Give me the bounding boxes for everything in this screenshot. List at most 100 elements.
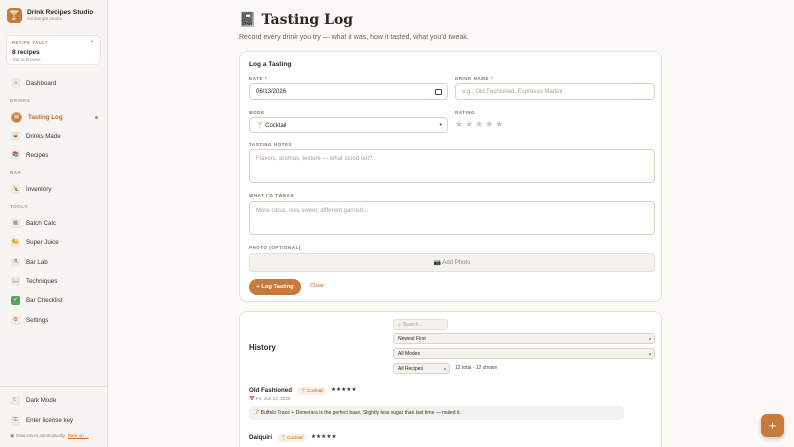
recipe-filter-value: All Recipes xyxy=(398,365,424,372)
notebook-icon: 📓 xyxy=(239,12,257,28)
sidebar-item-label: Batch Calc xyxy=(26,219,56,227)
drink-name-label: DRINK NAME * xyxy=(455,76,494,81)
photo-label: PHOTO (OPTIONAL) xyxy=(249,245,301,250)
key-icon: ⚿ xyxy=(11,415,20,425)
section-bar: BAR xyxy=(10,170,22,175)
mode-chip: 🍸 Cocktail xyxy=(277,434,307,442)
vault-label: RECIPE VAULT xyxy=(12,40,49,45)
dark-mode-toggle[interactable]: ☾ Dark Mode xyxy=(0,392,108,408)
sparkle-icon: ✦ xyxy=(89,39,94,45)
brand-email: contamp8.studio xyxy=(27,17,63,22)
rating-label: RATING xyxy=(455,110,476,115)
sidebar-item-label: Dashboard xyxy=(26,79,57,87)
sidebar-item-inventory[interactable]: 🍾 Inventory xyxy=(0,181,108,197)
add-fab-button[interactable]: + xyxy=(761,414,784,437)
chevron-down-icon: ▾ xyxy=(443,366,446,371)
card-title: Log a Tasting xyxy=(249,61,292,68)
open-book-icon: 📖 xyxy=(11,276,20,286)
sidebar-divider xyxy=(0,386,108,387)
brand-name: Drink Recipes Studio xyxy=(27,9,94,16)
sidebar-item-label: Settings xyxy=(26,316,49,324)
entry-name[interactable]: Daiquiri xyxy=(249,434,272,441)
sidebar-item-drinks-made[interactable]: 🥃 Drinks Made xyxy=(0,128,108,144)
date-label: DATE * xyxy=(249,76,268,81)
sidebar-item-super-juice[interactable]: 🍋 Super Juice xyxy=(0,234,108,250)
tweak-textarea[interactable]: More citrus, less sweet, different garni… xyxy=(249,201,655,235)
entry-rating: ★★★★★ xyxy=(331,387,357,393)
entry-name[interactable]: Old Fashioned xyxy=(249,387,292,394)
sidebar-item-label: Recipes xyxy=(26,151,49,159)
mode-filter-value: All Modes xyxy=(398,350,420,357)
mode-value: 🍸 Cocktail xyxy=(256,122,287,129)
flask-icon: ⚗ xyxy=(11,257,20,267)
add-photo-button[interactable]: 📷 Add Photo xyxy=(249,253,655,272)
tasting-notes-textarea[interactable]: Flavors, aromas, texture — what stood ou… xyxy=(249,149,655,183)
page-title-text: Tasting Log xyxy=(261,12,354,28)
sidebar: 🍸 Drink Recipes Studio contamp8.studio R… xyxy=(0,0,108,447)
sidebar-item-label: Bar Lab xyxy=(26,258,48,266)
sidebar-item-recipes[interactable]: 📚 Recipes xyxy=(0,147,108,163)
page-subtitle: Record every drink you try — what it was… xyxy=(239,34,469,41)
chevron-down-icon: ▾ xyxy=(648,336,651,341)
entry-date: 📅 Fri, Jun 12, 2026 xyxy=(249,396,291,401)
section-tools: TOOLS xyxy=(10,204,29,209)
calendar-icon[interactable] xyxy=(435,88,442,95)
tasting-notes-label: TASTING NOTES xyxy=(249,142,293,147)
backup-link[interactable]: Back up ... xyxy=(68,433,89,439)
home-icon: ⌂ xyxy=(11,78,20,88)
autosave-note: ▣ Data saves automatically. Back up ... xyxy=(10,433,89,439)
autosave-text: Data saves automatically. xyxy=(16,433,66,438)
entry-rating: ★★★★★ xyxy=(311,434,337,440)
sidebar-item-label: Inventory xyxy=(26,185,52,193)
log-tasting-card: Log a Tasting DATE * 06/13/2026 DRINK NA… xyxy=(239,51,662,302)
search-placeholder: Search... xyxy=(402,321,423,328)
log-tasting-button[interactable]: + Log Tasting xyxy=(249,279,301,295)
cocktail-logo-icon: 🍸 xyxy=(7,8,22,23)
mode-chip: 🍸 Cocktail xyxy=(297,387,327,395)
sidebar-item-settings[interactable]: ⚙ Settings xyxy=(0,312,108,328)
glass-icon: 🥃 xyxy=(11,131,20,141)
sidebar-item-label: Techniques xyxy=(26,277,58,285)
sidebar-item-dashboard[interactable]: ⌂ Dashboard xyxy=(0,75,108,91)
history-title: History xyxy=(249,343,276,352)
chevron-down-icon: ▾ xyxy=(648,351,651,356)
tweak-label: WHAT I'D TWEAK xyxy=(249,193,295,198)
sidebar-item-techniques[interactable]: 📖 Techniques xyxy=(0,273,108,289)
rating-stars[interactable]: ★★★★★ xyxy=(455,119,505,130)
recipe-filter-select[interactable]: All Recipes ▾ xyxy=(393,363,450,374)
dark-mode-label: Dark Mode xyxy=(26,396,57,404)
moon-icon: ☾ xyxy=(11,395,20,405)
bottle-icon: 🍾 xyxy=(11,184,20,194)
entry-note: 📝 Buffalo Trace + Demerara is the perfec… xyxy=(249,406,624,420)
sort-select[interactable]: Newest First ▾ xyxy=(393,333,655,344)
sidebar-item-label: Bar Checklist xyxy=(26,296,63,304)
notebook-icon: ▤ xyxy=(11,111,22,123)
drink-name-input[interactable]: e.g., Old Fashioned, Espresso Martini xyxy=(455,83,655,100)
mode-select[interactable]: 🍸 Cocktail ▾ xyxy=(249,117,448,133)
sidebar-item-batch-calc[interactable]: ▦ Batch Calc xyxy=(0,215,108,231)
clear-button[interactable]: Clear xyxy=(310,283,324,289)
search-input[interactable]: ⌕ Search... xyxy=(393,319,448,330)
vault-hint: Tap to browse xyxy=(12,57,41,62)
date-input[interactable]: 06/13/2026 xyxy=(249,83,448,100)
chevron-down-icon: ▾ xyxy=(439,122,442,128)
checkbox-icon: ✓ xyxy=(11,295,20,305)
sidebar-item-label: Tasting Log xyxy=(28,113,63,121)
sidebar-item-tasting-log[interactable]: ▤ Tasting Log xyxy=(0,109,108,125)
calculator-icon: ▦ xyxy=(11,218,20,228)
mode-filter-select[interactable]: All Modes ▾ xyxy=(393,348,655,359)
section-drinks: DRINKS xyxy=(10,98,31,103)
lemon-icon: 🍋 xyxy=(11,237,20,247)
gear-icon: ⚙ xyxy=(11,315,20,325)
mode-label: MODE xyxy=(249,110,265,115)
recipe-vault-card[interactable]: RECIPE VAULT ✦ 8 recipes Tap to browse xyxy=(6,35,101,65)
active-indicator xyxy=(95,115,98,119)
enter-license-button[interactable]: ⚿ Enter license key xyxy=(0,412,108,428)
page-title: 📓 Tasting Log xyxy=(239,12,353,28)
total-count: 12 total · 12 shown xyxy=(455,365,498,371)
license-label: Enter license key xyxy=(26,416,74,424)
sidebar-item-bar-lab[interactable]: ⚗ Bar Lab xyxy=(0,254,108,270)
search-icon: ⌕ xyxy=(398,321,401,328)
brand: 🍸 Drink Recipes Studio contamp8.studio xyxy=(0,0,107,31)
sidebar-item-bar-checklist[interactable]: ✓ Bar Checklist xyxy=(0,292,108,308)
